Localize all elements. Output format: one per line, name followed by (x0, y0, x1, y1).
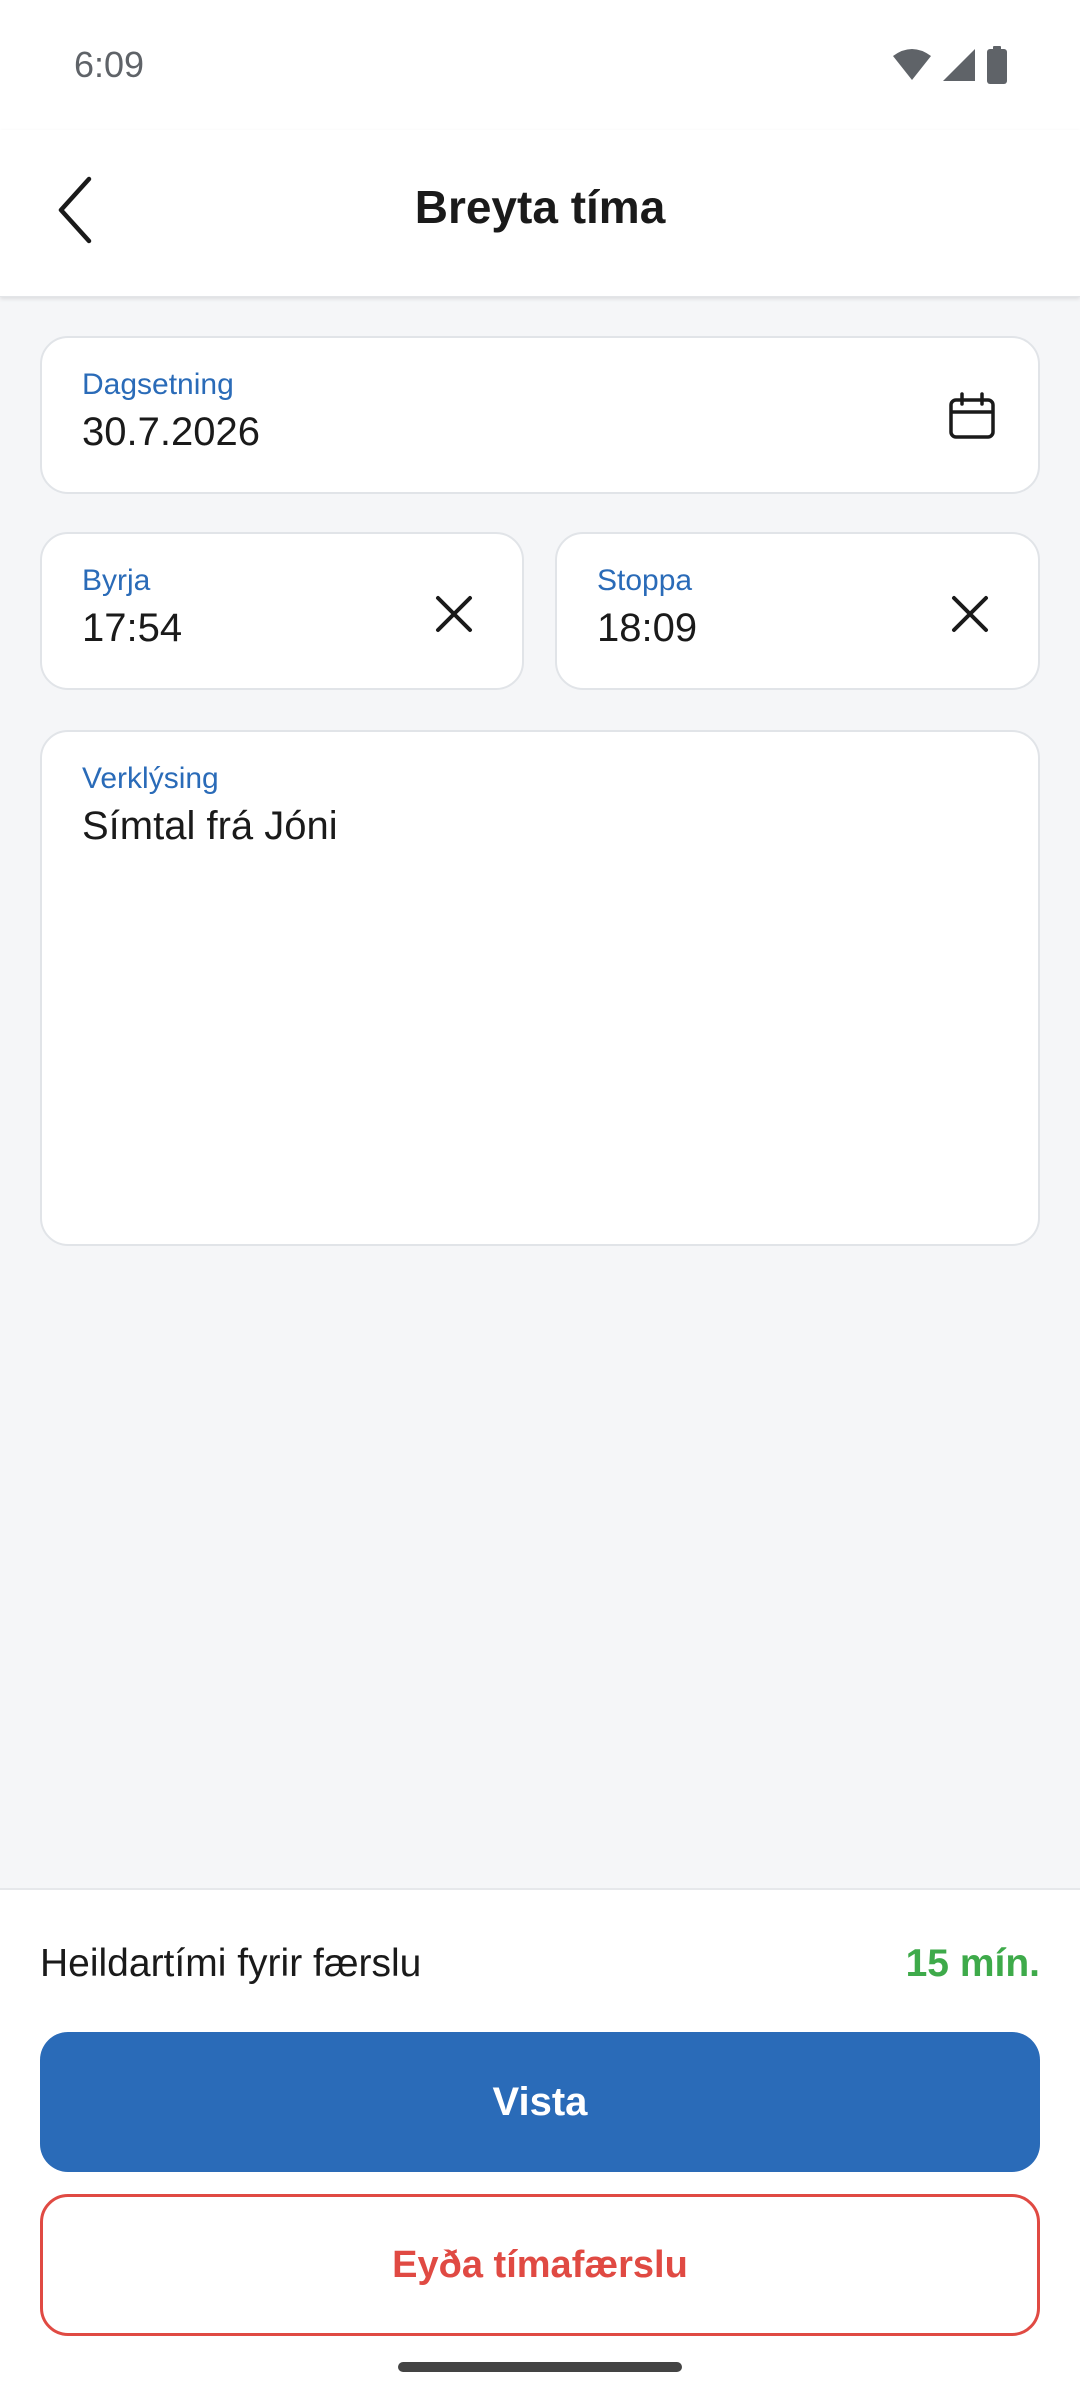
status-icons (892, 46, 1008, 89)
total-time-label: Heildartími fyrir færslu (40, 1942, 422, 1985)
description-value[interactable]: Símtal frá Jóni (82, 804, 338, 849)
date-value: 30.7.2026 (82, 410, 260, 454)
wifi-icon (892, 48, 932, 87)
calendar-icon[interactable] (944, 388, 1000, 444)
app-bar: Breyta tíma (0, 130, 1080, 297)
clear-stop-close-icon[interactable] (942, 586, 998, 642)
date-label: Dagsetning (82, 368, 234, 401)
page-title: Breyta tíma (414, 181, 666, 233)
total-time-value: 15 mín. (905, 1942, 1040, 1985)
save-button[interactable]: Vista (40, 2032, 1040, 2172)
description-field[interactable]: Verklýsing Símtal frá Jóni (40, 730, 1040, 1246)
date-field[interactable]: Dagsetning 30.7.2026 (40, 336, 1040, 494)
description-label: Verklýsing (82, 762, 219, 795)
home-indicator[interactable] (398, 2362, 682, 2372)
status-bar: 6:09 (0, 0, 1080, 130)
start-time-field[interactable]: Byrja 17:54 (40, 532, 524, 690)
start-time-label: Byrja (82, 564, 151, 597)
cellular-signal-icon (942, 48, 976, 87)
stop-time-label: Stoppa (597, 564, 693, 597)
bottom-panel: Heildartími fyrir færslu 15 mín. Vista E… (0, 1888, 1080, 2402)
stop-time-value: 18:09 (597, 606, 698, 650)
stop-time-field[interactable]: Stoppa 18:09 (555, 532, 1040, 690)
clear-start-close-icon[interactable] (426, 586, 482, 642)
start-time-value: 17:54 (82, 606, 183, 650)
delete-entry-button[interactable]: Eyða tímafærslu (40, 2194, 1040, 2336)
battery-icon (986, 46, 1008, 89)
status-time: 6:09 (74, 44, 145, 85)
